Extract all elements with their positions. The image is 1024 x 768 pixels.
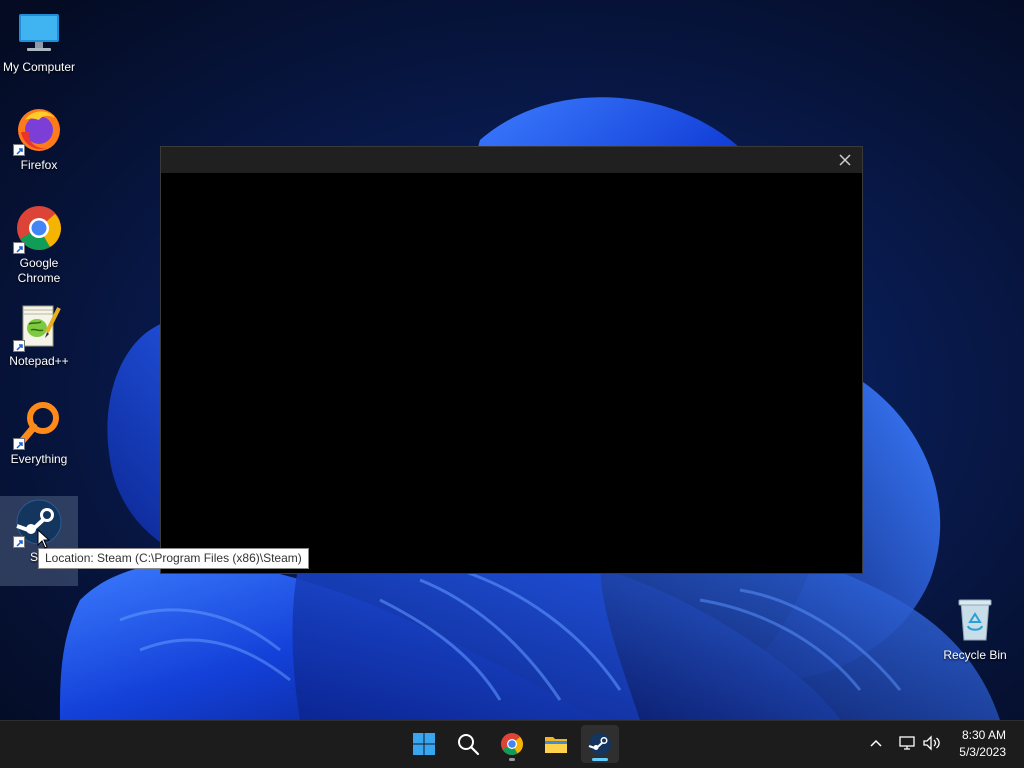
mouse-cursor-icon [37,529,51,549]
network-icon[interactable] [898,735,916,751]
recycle-bin-icon [951,596,999,644]
close-icon [839,154,851,166]
shortcut-arrow-icon [13,144,25,156]
clock-time: 8:30 AM [961,728,1006,742]
start-button[interactable] [405,725,443,763]
folder-icon [545,737,567,753]
magnifier-icon [13,400,63,450]
running-indicator [509,758,515,761]
search-button[interactable] [449,725,487,763]
chevron-up-icon[interactable] [868,735,884,751]
taskbar: 8:30 AM 5/3/2023 [0,720,1024,768]
monitor-icon [15,8,63,56]
steam-splash-window [160,146,863,574]
taskbar-steam-button[interactable] [581,725,619,763]
taskbar-chrome-button[interactable] [493,725,531,763]
shortcut-arrow-icon [13,242,25,254]
shortcut-arrow-icon [13,536,25,548]
location-tooltip: Location: Steam (C:\Program Files (x86)\… [38,548,309,569]
windows-start-icon [413,733,435,755]
chrome-icon [13,204,63,254]
desktop-icon-notepad-plus-plus[interactable]: Notepad++ [0,300,78,390]
desktop-icon-label: Notepad++ [9,354,69,368]
desktop-icon-my-computer[interactable]: My Computer [0,6,78,96]
active-indicator [592,758,608,761]
desktop-icon-label: Firefox [20,158,58,172]
file-explorer-button[interactable] [537,725,575,763]
splash-title-bar[interactable] [161,147,862,173]
desktop-icon-everything[interactable]: Everything [0,398,78,488]
desktop-icon-firefox[interactable]: Firefox [0,104,78,194]
splash-content-area [161,173,862,573]
desktop-icon-recycle-bin[interactable]: Recycle Bin [936,594,1014,684]
desktop-icon-label: Recycle Bin [943,648,1007,662]
shortcut-arrow-icon [13,438,25,450]
clock-date: 5/3/2023 [959,745,1006,759]
chrome-icon [501,733,523,755]
notepad-plus-plus-icon [13,302,63,352]
steam-icon [588,733,611,755]
desktop-icon-label: Everything [10,452,68,466]
shortcut-arrow-icon [13,340,25,352]
system-clock[interactable]: 8:30 AM 5/3/2023 [936,727,1006,761]
close-button[interactable] [834,150,856,170]
search-icon [458,734,480,756]
desktop-icon-label: Google Chrome [17,256,61,285]
desktop-icon-google-chrome[interactable]: Google Chrome [0,202,78,292]
firefox-icon [13,106,63,156]
desktop-icon-label: My Computer [2,60,76,74]
